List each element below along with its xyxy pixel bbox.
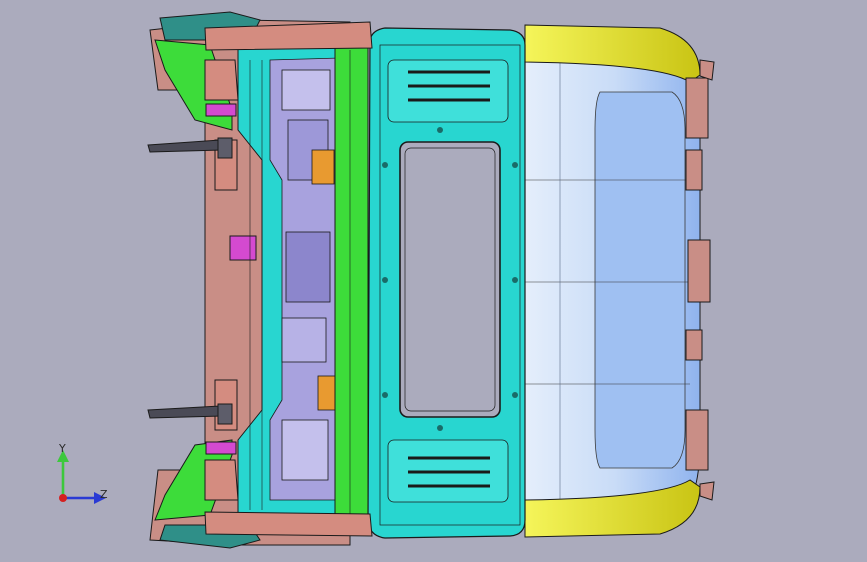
triad-y-label: Y — [58, 442, 66, 455]
x-axis-dot — [59, 494, 67, 502]
triad-z-label: Z — [100, 488, 108, 501]
cab-body-model[interactable] — [0, 0, 867, 562]
coordinate-triad: Y Z — [57, 442, 108, 504]
roof-panel — [509, 39, 701, 521]
right-mount-brackets — [685, 59, 715, 501]
green-pillar — [334, 39, 369, 523]
cad-viewport[interactable]: Y Z — [0, 0, 867, 562]
floor-panel — [367, 27, 526, 539]
